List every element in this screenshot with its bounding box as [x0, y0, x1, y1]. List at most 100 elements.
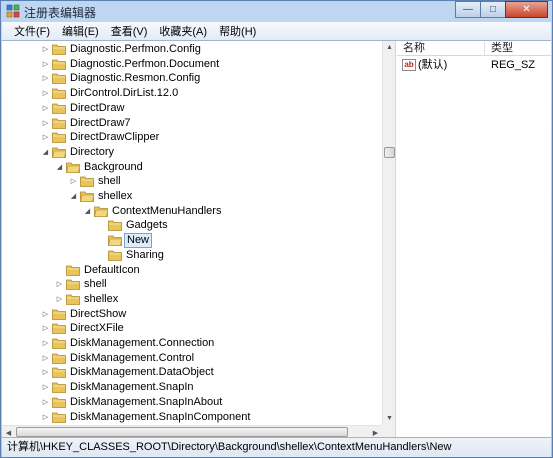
collapsed-triangle-icon[interactable]: ▷ — [41, 133, 50, 142]
folder-icon — [108, 234, 123, 246]
value-row-default[interactable]: ab (默认) REG_SZ — [397, 57, 551, 73]
folder-icon — [52, 396, 66, 408]
tree-item[interactable]: ◢ ContextMenuHandlers — [2, 204, 382, 219]
tree-item[interactable]: ▷ DirectDraw7 — [2, 116, 382, 131]
tree-item-label: Diagnostic.Perfmon.Document — [70, 57, 220, 70]
expanded-triangle-icon[interactable]: ◢ — [41, 148, 50, 157]
expanded-triangle-icon[interactable]: ◢ — [69, 192, 78, 201]
tree-item-label: Sharing — [126, 248, 164, 261]
collapsed-triangle-icon[interactable]: ▷ — [55, 280, 64, 289]
tree-item[interactable]: ▷ DirControl.DirList.12.0 — [2, 86, 382, 101]
tree-item[interactable]: DefaultIcon — [2, 263, 382, 278]
minimize-button[interactable]: — — [455, 1, 481, 18]
tree-item[interactable]: ▷ DiskManagement.SnapInComponent — [2, 410, 382, 425]
tree-item[interactable]: ▷ DiskManagement.Control — [2, 351, 382, 366]
folder-icon — [52, 366, 66, 379]
tree-item[interactable]: ▷ DiskManagement.SnapInAbout — [2, 395, 382, 410]
tree-item[interactable]: ▷ DirectDrawClipper — [2, 130, 382, 145]
collapsed-triangle-icon[interactable]: ▷ — [69, 177, 78, 186]
vertical-scroll-thumb[interactable] — [384, 147, 395, 158]
values-pane: 名称 类型 ab (默认) REG_SZ — [397, 41, 551, 438]
value-name: (默认) — [418, 59, 448, 71]
tree-item[interactable]: ▷ DirectDraw — [2, 101, 382, 116]
folder-icon — [52, 87, 66, 99]
expanded-triangle-icon[interactable]: ◢ — [83, 207, 92, 216]
scroll-up-arrow-icon[interactable]: ▲ — [383, 41, 395, 54]
collapsed-triangle-icon[interactable]: ▷ — [41, 104, 50, 113]
folder-icon — [52, 43, 66, 55]
regedit-window: 注册表编辑器 — □ ✕ 文件(F) 编辑(E) 查看(V) 收藏夹(A) 帮助… — [0, 0, 553, 458]
column-header-type[interactable]: 类型 — [485, 41, 513, 56]
tree-item[interactable]: ▷ shell — [2, 277, 382, 292]
collapsed-triangle-icon[interactable]: ▷ — [41, 354, 50, 363]
values-column-headers: 名称 类型 — [397, 41, 551, 56]
tree-item[interactable]: ◢ Directory — [2, 145, 382, 160]
collapsed-triangle-icon[interactable]: ▷ — [55, 295, 64, 304]
tree-item[interactable]: ▷ DiskManagement.Connection — [2, 336, 382, 351]
folder-icon — [52, 146, 67, 158]
collapsed-triangle-icon[interactable]: ▷ — [41, 368, 50, 377]
folder-icon — [52, 352, 66, 364]
tree-item[interactable]: ◢ Background — [2, 160, 382, 175]
collapsed-triangle-icon[interactable]: ▷ — [41, 383, 50, 392]
close-button[interactable]: ✕ — [505, 1, 548, 18]
column-header-name[interactable]: 名称 — [397, 41, 425, 56]
menu-view[interactable]: 查看(V) — [105, 23, 154, 39]
string-value-icon: ab — [402, 59, 416, 71]
tree-item-label: DirectDraw7 — [70, 116, 131, 129]
status-path: 计算机\HKEY_CLASSES_ROOT\Directory\Backgrou… — [7, 441, 452, 453]
tree-item[interactable]: ▷ shellex — [2, 292, 382, 307]
tree-item[interactable]: ▷ DiskManagement.SnapIn — [2, 380, 382, 395]
menu-favorites[interactable]: 收藏夹(A) — [153, 23, 213, 39]
collapsed-triangle-icon[interactable]: ▷ — [41, 413, 50, 422]
title-bar[interactable]: 注册表编辑器 — □ ✕ — [1, 1, 552, 22]
tree-item[interactable]: ▷ DirectXFile — [2, 321, 382, 336]
tree-item-label: DiskManagement.Control — [70, 351, 195, 364]
tree-item-label: Background — [84, 160, 143, 173]
tree-item-label: DirectDrawClipper — [70, 131, 160, 144]
collapsed-triangle-icon[interactable]: ▷ — [41, 60, 50, 69]
folder-icon — [94, 205, 109, 217]
collapsed-triangle-icon[interactable]: ▷ — [41, 119, 50, 128]
tree-item-label: ContextMenuHandlers — [112, 204, 222, 217]
folder-icon — [52, 337, 66, 349]
collapsed-triangle-icon[interactable]: ▷ — [41, 398, 50, 407]
collapsed-triangle-icon[interactable]: ▷ — [41, 74, 50, 83]
menu-help[interactable]: 帮助(H) — [213, 23, 262, 39]
tree-item[interactable]: ▷ Diagnostic.Resmon.Config — [2, 71, 382, 86]
tree-item[interactable]: ◢ shellex — [2, 189, 382, 204]
menu-edit[interactable]: 编辑(E) — [56, 23, 105, 39]
tree-item[interactable]: Sharing — [2, 248, 382, 263]
tree-item[interactable]: ▷ Diagnostic.Perfmon.Document — [2, 57, 382, 72]
expanded-triangle-icon[interactable]: ◢ — [55, 163, 64, 172]
caption-buttons: — □ ✕ — [455, 1, 548, 19]
tree-item-label: DiskManagement.SnapInComponent — [70, 410, 251, 423]
folder-icon — [52, 308, 66, 320]
collapsed-triangle-icon[interactable]: ▷ — [41, 324, 50, 333]
collapsed-triangle-icon[interactable]: ▷ — [41, 45, 50, 54]
horizontal-scroll-thumb[interactable] — [16, 427, 348, 437]
folder-icon — [52, 58, 66, 70]
value-type: REG_SZ — [491, 59, 536, 71]
maximize-button[interactable]: □ — [480, 1, 506, 18]
tree-item-label: shellex — [98, 190, 133, 202]
collapsed-triangle-icon[interactable]: ▷ — [41, 339, 50, 348]
tree-item[interactable]: ▷ shell — [2, 174, 382, 189]
folder-icon — [108, 219, 122, 232]
folder-icon — [108, 249, 122, 261]
menu-bar: 文件(F) 编辑(E) 查看(V) 收藏夹(A) 帮助(H) — [2, 22, 551, 40]
tree-item-label: DiskManagement.DataObject — [70, 366, 214, 379]
collapsed-triangle-icon[interactable]: ▷ — [41, 310, 50, 319]
tree-item[interactable]: ▷ DiskManagement.DataObject — [2, 365, 382, 380]
tree-vertical-scrollbar[interactable]: ▲ ▼ — [382, 41, 395, 425]
tree-item[interactable]: New — [2, 233, 382, 249]
folder-icon — [66, 264, 80, 276]
tree-item[interactable]: ▷ DirectShow — [2, 307, 382, 322]
collapsed-triangle-icon[interactable]: ▷ — [41, 89, 50, 98]
tree-item[interactable]: Gadgets — [2, 218, 382, 233]
window-title: 注册表编辑器 — [24, 6, 97, 20]
tree-item[interactable]: ▷ Diagnostic.Perfmon.Config — [2, 42, 382, 57]
tree-item-label: Diagnostic.Resmon.Config — [70, 72, 201, 85]
menu-file[interactable]: 文件(F) — [8, 23, 56, 39]
scroll-down-arrow-icon[interactable]: ▼ — [383, 412, 395, 425]
